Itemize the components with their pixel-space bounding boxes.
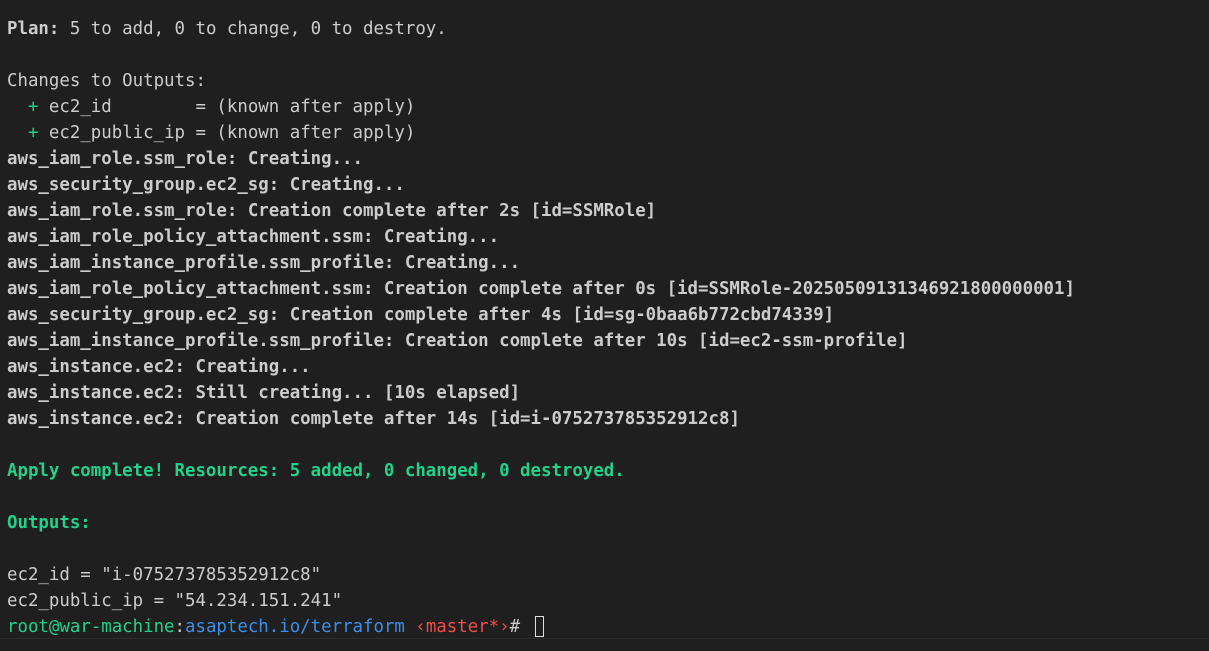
log-message: Creation complete after 2s [id=SSMRole] <box>237 201 657 221</box>
log-line: aws_iam_role_policy_attachment.ssm: Crea… <box>7 224 1209 250</box>
prompt-path: asaptech.io/terraform <box>185 617 405 637</box>
log-line: aws_iam_role_policy_attachment.ssm: Crea… <box>7 276 1209 302</box>
prompt-colon: : <box>174 617 186 637</box>
log-line: aws_instance.ec2: Creating... <box>7 354 1209 380</box>
prompt-git-branch: ‹master*› <box>404 617 510 637</box>
log-resource: aws_security_group.ec2_sg: <box>7 305 280 325</box>
log-resource: aws_iam_role.ssm_role: <box>7 149 238 169</box>
log-message: Creating... <box>279 175 405 195</box>
log-line: aws_security_group.ec2_sg: Creating... <box>7 172 1209 198</box>
log-message: Still creating... [10s elapsed] <box>185 383 521 403</box>
output-value-line: ec2_public_ip = "54.234.151.241" <box>7 591 343 611</box>
log-line: aws_security_group.ec2_sg: Creation comp… <box>7 302 1209 328</box>
log-line: aws_instance.ec2: Creation complete afte… <box>7 406 1209 432</box>
plus-sign-icon: + <box>27 123 39 143</box>
outputs-changes-header: Changes to Outputs: <box>7 71 206 91</box>
shell-prompt[interactable]: root@war-machine:asaptech.io/terraform ‹… <box>7 614 1209 640</box>
log-resource: aws_iam_instance_profile.ssm_profile: <box>7 253 395 273</box>
log-message: Creation complete after 0s [id=SSMRole-2… <box>373 279 1075 299</box>
apply-complete-message: Apply complete! Resources: 5 added, 0 ch… <box>7 461 625 481</box>
output-change-text: ec2_id = (known after apply) <box>38 97 416 117</box>
plan-label: Plan: <box>7 19 60 39</box>
log-message: Creating... <box>373 227 500 247</box>
output-value-line: ec2_id = "i-075273785352912c8" <box>7 565 322 585</box>
log-resource: aws_instance.ec2: <box>7 383 185 403</box>
log-message: Creating... <box>394 253 521 273</box>
log-message: Creation complete after 4s [id=sg-0baa6b… <box>279 305 835 325</box>
output-change-line: + ec2_public_ip = (known after apply) <box>7 120 1209 146</box>
log-resource: aws_iam_role_policy_attachment.ssm: <box>7 279 374 299</box>
log-line: aws_iam_instance_profile.ssm_profile: Cr… <box>7 250 1209 276</box>
log-resource: aws_instance.ec2: <box>7 409 185 429</box>
plan-text: 5 to add, 0 to change, 0 to destroy. <box>59 19 447 39</box>
terminal-output[interactable]: Plan: 5 to add, 0 to change, 0 to destro… <box>7 16 1209 640</box>
log-resource: aws_iam_role.ssm_role: <box>7 201 238 221</box>
log-resource: aws_instance.ec2: <box>7 357 185 377</box>
prompt-symbol: # <box>509 617 531 637</box>
log-line: aws_iam_instance_profile.ssm_profile: Cr… <box>7 328 1209 354</box>
log-resource: aws_iam_instance_profile.ssm_profile: <box>7 331 395 351</box>
divider <box>0 638 1209 639</box>
outputs-header: Outputs: <box>7 513 91 533</box>
log-line: aws_instance.ec2: Still creating... [10s… <box>7 380 1209 406</box>
log-message: Creation complete after 14s [id=i-075273… <box>185 409 740 429</box>
log-line: aws_iam_role.ssm_role: Creating... <box>7 146 1209 172</box>
log-resource: aws_security_group.ec2_sg: <box>7 175 280 195</box>
cursor-icon[interactable] <box>534 616 544 637</box>
output-change-text: ec2_public_ip = (known after apply) <box>38 123 416 143</box>
plan-summary-line: Plan: 5 to add, 0 to change, 0 to destro… <box>7 16 1209 42</box>
log-message: Creating... <box>237 149 363 169</box>
log-message: Creation complete after 10s [id=ec2-ssm-… <box>394 331 908 351</box>
prompt-user-host: root@war-machine <box>7 617 175 637</box>
log-line: aws_iam_role.ssm_role: Creation complete… <box>7 198 1209 224</box>
log-message: Creating... <box>185 357 311 377</box>
plus-sign-icon: + <box>27 97 39 117</box>
log-resource: aws_iam_role_policy_attachment.ssm: <box>7 227 374 247</box>
output-change-line: + ec2_id = (known after apply) <box>7 94 1209 120</box>
